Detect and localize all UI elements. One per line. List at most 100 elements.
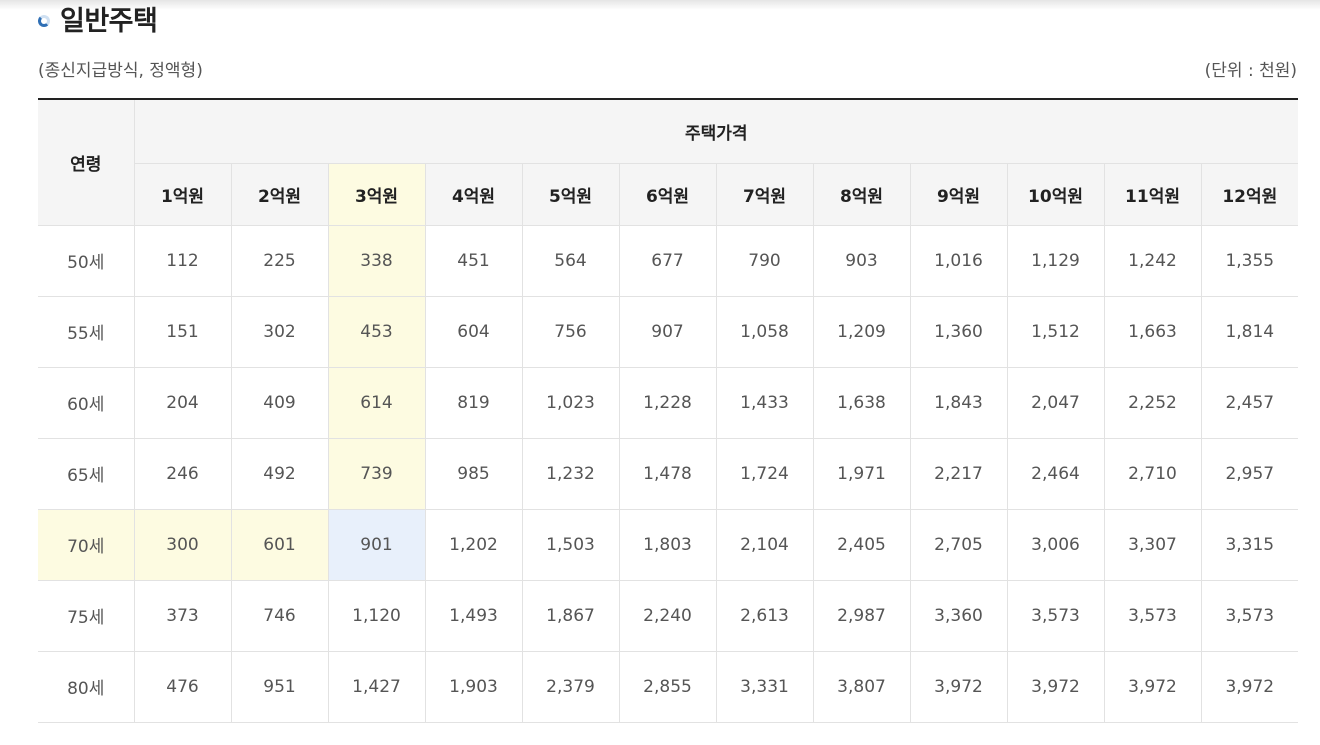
pension-table: 연령 주택가격 1억원 2억원 3억원 4억원 5억원 6억원 7억원 8억원 9억원 10억원 1…	[38, 98, 1299, 723]
age-header: 연령	[38, 98, 135, 226]
value-cell: 2,705	[909, 508, 1008, 581]
price-column-header: 5억원	[521, 162, 620, 226]
value-cell: 903	[812, 224, 911, 297]
value-cell: 204	[133, 366, 232, 439]
value-cell: 1,209	[812, 295, 911, 368]
value-cell: 790	[715, 224, 814, 297]
value-cell: 3,972	[909, 650, 1008, 723]
table-row: 75세 373 746 1,120 1,493 1,867 2,240 2,613 2,987 3…	[38, 579, 1299, 652]
price-column-header: 8억원	[812, 162, 911, 226]
value-cell: 604	[424, 295, 523, 368]
price-column-header: 2억원	[230, 162, 329, 226]
value-cell: 2,957	[1200, 437, 1299, 510]
value-cell: 3,331	[715, 650, 814, 723]
value-cell: 3,573	[1200, 579, 1299, 652]
value-cell: 739	[327, 437, 426, 510]
circle-bullet-icon	[38, 15, 50, 27]
top-shadow	[0, 0, 1320, 10]
age-cell: 80세	[38, 650, 135, 723]
value-cell: 246	[133, 437, 232, 510]
table-row: 70세 300 601 901 1,202 1,503 1,803 2,104 2,405 2,7…	[38, 508, 1299, 581]
value-cell: 3,972	[1103, 650, 1202, 723]
value-cell: 2,047	[1006, 366, 1105, 439]
value-cell: 677	[618, 224, 717, 297]
value-cell: 1,663	[1103, 295, 1202, 368]
value-cell: 225	[230, 224, 329, 297]
value-cell: 300	[133, 508, 232, 581]
value-cell: 1,023	[521, 366, 620, 439]
value-cell: 1,232	[521, 437, 620, 510]
value-cell: 985	[424, 437, 523, 510]
price-column-header: 6억원	[618, 162, 717, 226]
price-column-header: 1억원	[134, 162, 232, 226]
header-row-prices: 1억원 2억원 3억원 4억원 5억원 6억원 7억원 8억원 9억원 10억원 11억원 12억원	[38, 162, 1299, 226]
value-cell: 3,360	[909, 579, 1008, 652]
value-cell: 3,006	[1006, 508, 1105, 581]
value-cell: 2,710	[1103, 437, 1202, 510]
value-cell: 2,855	[618, 650, 717, 723]
value-cell: 819	[424, 366, 523, 439]
value-cell: 3,573	[1006, 579, 1105, 652]
age-cell: 65세	[38, 437, 135, 510]
table-row: 60세 204 409 614 819 1,023 1,228 1,433 1,638 1,843…	[38, 366, 1299, 439]
table-row: 80세 476 951 1,427 1,903 2,379 2,855 3,331 3,807 3…	[38, 650, 1299, 723]
table-subtitle: (종신지급방식, 정액형)	[38, 61, 203, 81]
value-cell: 2,104	[715, 508, 814, 581]
value-cell: 3,307	[1103, 508, 1202, 581]
value-cell: 1,867	[521, 579, 620, 652]
value-cell: 1,120	[327, 579, 426, 652]
value-cell: 3,972	[1200, 650, 1299, 723]
section-title-text: 일반주택	[60, 5, 158, 37]
table-body: 50세 112 225 338 451 564 677 790 903 1,016 1,129 1,2…	[38, 224, 1299, 723]
value-cell: 2,240	[618, 579, 717, 652]
value-cell: 1,843	[909, 366, 1008, 439]
value-cell: 409	[230, 366, 329, 439]
value-cell: 2,217	[909, 437, 1008, 510]
value-cell: 1,493	[424, 579, 523, 652]
value-cell: 1,478	[618, 437, 717, 510]
value-cell: 951	[230, 650, 329, 723]
value-cell: 601	[230, 508, 329, 581]
value-cell: 373	[133, 579, 232, 652]
value-cell: 2,613	[715, 579, 814, 652]
value-cell: 2,252	[1103, 366, 1202, 439]
value-cell: 614	[327, 366, 426, 439]
value-cell: 1,228	[618, 366, 717, 439]
price-header: 주택가격	[133, 98, 1299, 164]
price-column-header: 3억원	[327, 162, 426, 226]
value-cell: 1,724	[715, 437, 814, 510]
value-cell: 1,433	[715, 366, 814, 439]
price-column-header: 12억원	[1200, 162, 1299, 226]
value-cell: 756	[521, 295, 620, 368]
value-cell: 1,242	[1103, 224, 1202, 297]
value-cell: 1,016	[909, 224, 1008, 297]
value-cell: 1,058	[715, 295, 814, 368]
table-unit: (단위 : 천원)	[1204, 61, 1297, 81]
value-cell: 3,972	[1006, 650, 1105, 723]
value-cell: 1,903	[424, 650, 523, 723]
value-cell: 1,129	[1006, 224, 1105, 297]
value-cell: 1,814	[1200, 295, 1299, 368]
header-row-top: 연령 주택가격	[38, 98, 1299, 226]
age-cell: 60세	[38, 366, 135, 439]
value-cell: 1,971	[812, 437, 911, 510]
value-cell: 338	[327, 224, 426, 297]
pension-table-wrapper: 연령 주택가격 1억원 2억원 3억원 4억원 5억원 6억원 7억원 8억원 9억원 10억원 1…	[38, 98, 1299, 723]
value-cell: 3,315	[1200, 508, 1299, 581]
age-cell: 50세	[38, 224, 135, 297]
value-cell: 3,807	[812, 650, 911, 723]
value-cell: 1,503	[521, 508, 620, 581]
value-cell: 492	[230, 437, 329, 510]
price-column-header: 10억원	[1006, 162, 1105, 226]
value-cell: 1,427	[327, 650, 426, 723]
table-row: 50세 112 225 338 451 564 677 790 903 1,016 1,129 1,2…	[38, 224, 1299, 297]
price-column-header: 9억원	[909, 162, 1008, 226]
value-cell: 451	[424, 224, 523, 297]
value-cell: 1,512	[1006, 295, 1105, 368]
value-cell: 1,638	[812, 366, 911, 439]
value-cell: 112	[133, 224, 232, 297]
value-cell: 2,464	[1006, 437, 1105, 510]
value-cell: 2,457	[1200, 366, 1299, 439]
table-row: 65세 246 492 739 985 1,232 1,478 1,724 1,971 2,217…	[38, 437, 1299, 510]
value-cell: 1,355	[1200, 224, 1299, 297]
